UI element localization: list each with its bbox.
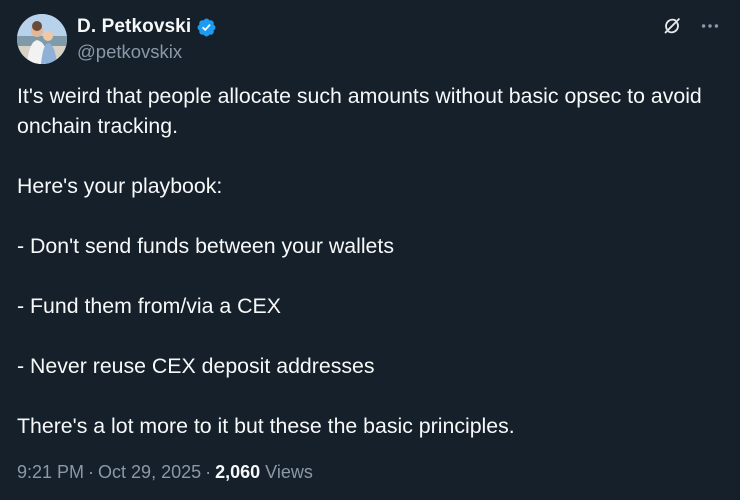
author-name-row: D. Petkovski [77, 15, 217, 39]
tweet-date[interactable]: Oct 29, 2025 [98, 462, 201, 483]
tweet-time[interactable]: 9:21 PM [17, 462, 84, 483]
grok-icon[interactable] [660, 14, 684, 38]
more-options-icon[interactable] [698, 14, 722, 38]
tweet-paragraph: - Don't send funds between your wallets [17, 234, 394, 258]
author-display-name[interactable]: D. Petkovski [77, 16, 191, 38]
meta-separator: · [88, 462, 95, 482]
tweet-header-actions [660, 14, 722, 38]
tweet-paragraph: There's a lot more to it but these the b… [17, 414, 515, 438]
views-label: Views [265, 462, 313, 482]
author-handle[interactable]: @petkovskix [77, 41, 182, 63]
tweet-meta: 9:21 PM · Oct 29, 2025 · 2,060 Views [17, 462, 313, 483]
tweet-paragraph: - Fund them from/via a CEX [17, 294, 281, 318]
tweet-paragraph: It's weird that people allocate such amo… [17, 84, 702, 138]
verified-badge-icon [196, 17, 217, 38]
avatar[interactable] [17, 14, 67, 64]
tweet-text: It's weird that people allocate such amo… [17, 81, 717, 441]
meta-separator: · [205, 462, 212, 482]
tweet-paragraph: Here's your playbook: [17, 174, 223, 198]
views-count: 2,060 [215, 462, 261, 482]
tweet-paragraph: - Never reuse CEX deposit addresses [17, 354, 375, 378]
tweet-card: D. Petkovski @petkovskix It's weird that… [0, 0, 740, 500]
